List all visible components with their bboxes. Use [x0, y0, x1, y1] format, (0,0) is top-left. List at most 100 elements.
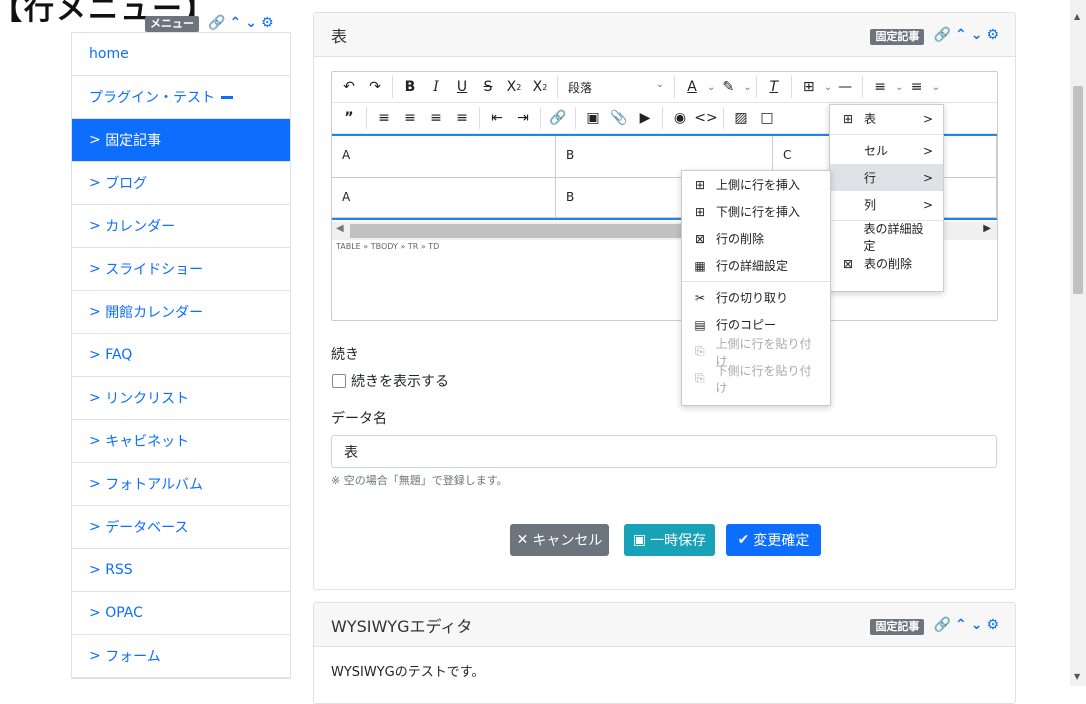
menu-item-delete-row[interactable]: ⊠ 行の削除 — [682, 225, 830, 252]
chevron-up-icon[interactable]: ⌃ — [955, 28, 967, 42]
block-format-select[interactable]: 段落 ⌄ — [562, 79, 670, 96]
scroll-up-icon[interactable]: ▲ — [1074, 12, 1080, 21]
pdf-icon[interactable]: □ — [755, 106, 779, 130]
horizontal-rule-icon[interactable]: — — [833, 75, 857, 99]
outdent-icon[interactable]: ⇤ — [485, 106, 509, 130]
menu-item-insert-row-below[interactable]: ⊞ 下側に行を挿入 — [682, 198, 830, 225]
menu-item-column[interactable]: 列 > — [830, 191, 943, 218]
dataname-label: データ名 — [331, 411, 387, 427]
redo-icon[interactable]: ↷ — [363, 75, 387, 99]
cancel-button[interactable]: ✕ キャンセル — [510, 524, 609, 556]
link-icon[interactable]: 🔗 — [934, 28, 951, 42]
menu-item-cell[interactable]: セル > — [830, 137, 943, 164]
sidebar-item-opening-calendar[interactable]: > 開館カレンダー — [72, 291, 290, 334]
italic-icon[interactable]: I — [424, 75, 448, 99]
gear-icon[interactable]: ⚙ — [986, 618, 999, 632]
table-icon[interactable]: ⊞ — [797, 75, 821, 99]
indent-icon[interactable]: ⇥ — [511, 106, 535, 130]
chevron-down-icon[interactable]: ⌄ — [824, 82, 832, 93]
chevron-up-icon[interactable]: ⌃ — [955, 618, 967, 632]
undo-icon[interactable]: ↶ — [337, 75, 361, 99]
chevron-right-icon: > — [922, 170, 933, 185]
template-icon[interactable]: ▨ — [729, 106, 753, 130]
scroll-down-icon[interactable]: ▼ — [1074, 672, 1080, 681]
source-code-icon[interactable]: <> — [694, 106, 718, 130]
temp-save-button[interactable]: ▣ 一時保存 — [624, 524, 715, 556]
continue-checkbox-label[interactable]: 続きを表示する — [351, 371, 449, 391]
row-cut-icon: ✂ — [694, 290, 706, 305]
table-cell[interactable]: A — [332, 178, 556, 218]
chevron-down-icon[interactable]: ⌄ — [971, 28, 983, 42]
chevron-down-icon[interactable]: ⌄ — [707, 82, 715, 93]
sidebar-item-photoalbum[interactable]: > フォトアルバム — [72, 463, 290, 506]
table-cell[interactable]: A — [332, 136, 556, 178]
chevron-up-icon[interactable]: ⌃ — [230, 16, 242, 30]
superscript-icon[interactable]: X2 — [528, 75, 552, 99]
menu-item-row-properties[interactable]: ▦ 行の詳細設定 — [682, 252, 830, 279]
sidebar-item-fixed-article[interactable]: > 固定記事 — [72, 119, 290, 162]
menu-item-row[interactable]: 行 > — [830, 164, 943, 191]
chevron-down-icon[interactable]: ⌄ — [743, 82, 751, 93]
sidebar-item-calendar[interactable]: > カレンダー — [72, 205, 290, 248]
dataname-input[interactable]: 表 — [331, 435, 997, 468]
sidebar-item-blog[interactable]: > ブログ — [72, 162, 290, 205]
gear-icon[interactable]: ⚙ — [986, 28, 999, 42]
sidebar-item-opac[interactable]: > OPAC — [72, 592, 290, 635]
image-icon[interactable]: ▣ — [581, 106, 605, 130]
align-left-icon[interactable]: ≡ — [372, 106, 396, 130]
chevron-right-icon: > — [89, 433, 101, 449]
scrollbar-thumb[interactable] — [1073, 86, 1083, 294]
menu-item-cut-row[interactable]: ✂ 行の切り取り — [682, 284, 830, 311]
align-right-icon[interactable]: ≡ — [424, 106, 448, 130]
sidebar-item-rss[interactable]: > RSS — [72, 549, 290, 592]
chevron-down-icon[interactable]: ⌄ — [971, 618, 983, 632]
sidebar-item-plugin-test[interactable]: プラグイン・テスト — [72, 76, 290, 119]
align-justify-icon[interactable]: ≡ — [450, 106, 474, 130]
chevron-down-icon[interactable]: ⌄ — [932, 82, 940, 93]
page-vertical-scrollbar[interactable]: ▲ ▼ — [1070, 0, 1086, 686]
chevron-right-icon: > — [89, 347, 101, 363]
table-context-menu: ⊞ 表 > セル > 行 > 列 > 表の詳細設定 ⊠ 表の削除 — [829, 104, 944, 292]
sidebar-item-home[interactable]: home — [72, 33, 290, 76]
sidebar-item-slideshow[interactable]: > スライドショー — [72, 248, 290, 291]
chevron-right-icon: > — [89, 605, 101, 621]
link-icon[interactable]: 🔗 — [208, 16, 225, 30]
bullet-list-icon[interactable]: ≡ — [905, 75, 929, 99]
clear-format-icon[interactable]: T — [762, 75, 786, 99]
underline-icon[interactable]: U — [450, 75, 474, 99]
wysiwyg-card: WYSIWYGエディタ 固定記事 🔗 ⌃ ⌄ ⚙ WYSIWYGのテストです。 — [313, 602, 1016, 704]
menu-item-table-properties[interactable]: 表の詳細設定 — [830, 222, 943, 253]
chevron-down-icon[interactable]: ⌄ — [895, 82, 903, 93]
sidebar-item-faq[interactable]: > FAQ — [72, 334, 290, 377]
menu-item-delete-table[interactable]: ⊠ 表の削除 — [830, 250, 943, 277]
sidebar-item-form[interactable]: > フォーム — [72, 635, 290, 678]
blockquote-icon[interactable]: ” — [337, 106, 361, 130]
chevron-right-icon: > — [922, 197, 933, 212]
preview-icon[interactable]: ◉ — [668, 106, 692, 130]
highlight-color-icon[interactable]: ✎ — [716, 75, 740, 99]
subscript-icon[interactable]: X2 — [502, 75, 526, 99]
attachment-icon[interactable]: 📎 — [607, 106, 631, 130]
align-center-icon[interactable]: ≡ — [398, 106, 422, 130]
strikethrough-icon[interactable]: S — [476, 75, 500, 99]
confirm-button[interactable]: ✔ 変更確定 — [726, 524, 821, 556]
chevron-down-icon[interactable]: ⌄ — [245, 16, 257, 30]
menu-item-table[interactable]: ⊞ 表 > — [830, 105, 943, 132]
link-icon[interactable]: 🔗 — [546, 106, 570, 130]
link-icon[interactable]: 🔗 — [934, 618, 951, 632]
continue-checkbox[interactable] — [332, 374, 346, 388]
sidebar-item-database[interactable]: > データベース — [72, 506, 290, 549]
card-header: WYSIWYGエディタ 固定記事 🔗 ⌃ ⌄ ⚙ — [314, 603, 1015, 647]
scroll-right-icon[interactable]: ▶ — [983, 223, 991, 234]
bold-icon[interactable]: B — [398, 75, 422, 99]
gear-icon[interactable]: ⚙ — [261, 16, 274, 30]
sidebar-item-cabinet[interactable]: > キャビネット — [72, 420, 290, 463]
row-copy-icon: ▤ — [694, 317, 706, 332]
chevron-right-icon: > — [89, 304, 101, 320]
menu-item-insert-row-above[interactable]: ⊞ 上側に行を挿入 — [682, 171, 830, 198]
scroll-left-icon[interactable]: ◀ — [336, 223, 344, 234]
numbered-list-icon[interactable]: ≡ — [868, 75, 892, 99]
font-color-icon[interactable]: A — [680, 75, 704, 99]
media-icon[interactable]: ▶ — [633, 106, 657, 130]
sidebar-item-linklist[interactable]: > リンクリスト — [72, 377, 290, 420]
